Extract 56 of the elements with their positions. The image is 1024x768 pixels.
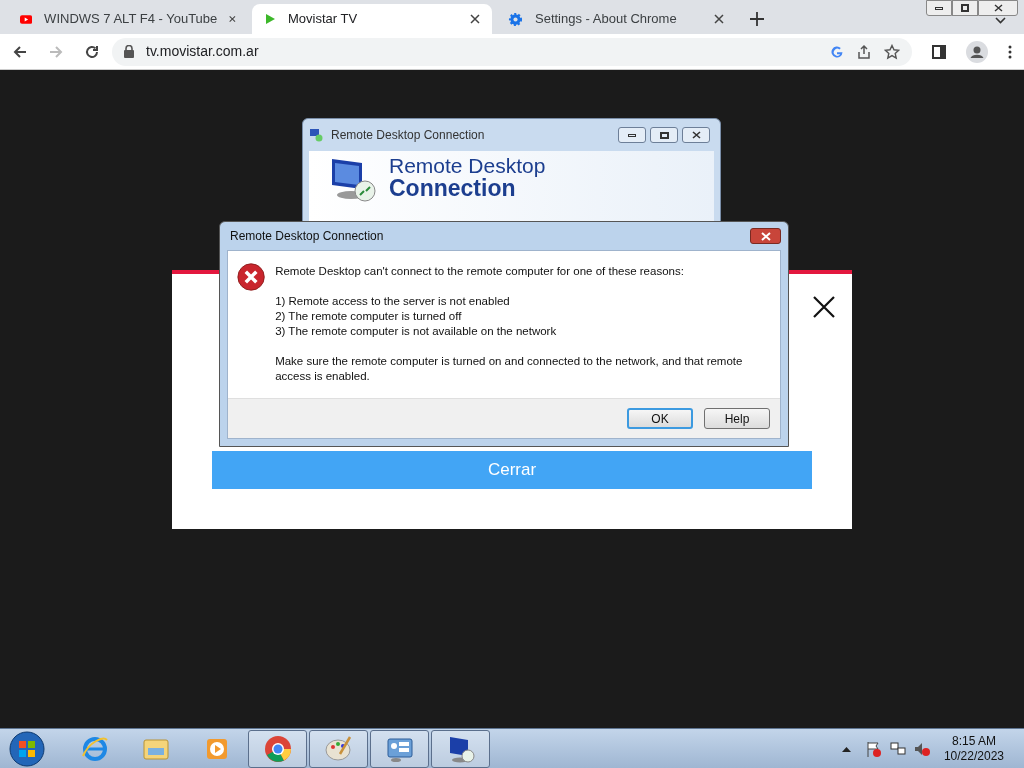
tab[interactable]: WINDWS 7 ALT F4 - YouTube (8, 4, 248, 34)
lock-icon (124, 45, 134, 58)
minimize-button[interactable] (926, 0, 952, 16)
minimize-button[interactable] (618, 127, 646, 143)
clock-date: 10/22/2023 (943, 748, 1004, 764)
clock-time: 8:15 AM (951, 733, 996, 749)
message-text: Remote Desktop can't connect to the remote computer for one of these reasons: (275, 264, 685, 279)
show-hidden-icon[interactable] (841, 745, 851, 752)
url-text: tv.movistar.com.ar (146, 42, 259, 61)
flag-icon[interactable] (865, 740, 882, 757)
close-button[interactable] (978, 0, 1018, 16)
chrome-icon (262, 733, 293, 764)
side-panel-icon[interactable] (932, 44, 946, 59)
close-button[interactable] (682, 127, 710, 143)
taskbar-button[interactable] (309, 729, 368, 768)
reason-text: 1) Remote access to the server is not enabled (275, 294, 511, 309)
advice-text: Make sure the remote computer is turned on and connected to the network, and that remote access is enabled. (275, 354, 744, 384)
ok-button[interactable]: OK (627, 408, 693, 429)
maximize-button[interactable] (650, 127, 678, 143)
reason-text: 3) The remote computer is not available on the network (275, 324, 558, 339)
heading-text: Connection (389, 177, 516, 199)
close-icon[interactable] (470, 14, 480, 24)
settings-icon (508, 11, 523, 27)
play-icon (264, 13, 276, 25)
dialog-button[interactable]: Help (704, 408, 770, 429)
tab[interactable]: Settings - About Chrome (496, 4, 736, 34)
taskbar-button[interactable] (431, 729, 490, 768)
close-button[interactable] (750, 228, 781, 244)
heading-text: Remote Desktop (389, 155, 546, 177)
tab[interactable]: Movistar TV (252, 4, 492, 34)
address-bar[interactable]: tv.movistar.com.ar (112, 37, 912, 66)
error-icon (237, 261, 266, 293)
dropdown-icon[interactable] (995, 17, 1006, 24)
start-button[interactable] (8, 729, 46, 768)
profile-icon[interactable] (966, 40, 988, 63)
back-icon[interactable] (12, 43, 28, 60)
share-icon[interactable] (856, 43, 872, 60)
menu-icon[interactable] (1008, 44, 1012, 59)
close-icon[interactable] (714, 14, 724, 24)
window-title: Remote Desktop Connection (331, 127, 485, 144)
remote-desktop-icon (309, 128, 323, 142)
video-icon (20, 12, 33, 26)
taskbar-button[interactable] (370, 729, 429, 768)
new-tab-icon[interactable] (750, 12, 764, 26)
close-icon (760, 231, 771, 241)
close-icon (691, 131, 701, 139)
close-icon (993, 4, 1003, 12)
dialog-title: Remote Desktop Connection (230, 228, 384, 245)
reload-icon[interactable] (84, 43, 100, 60)
close-icon[interactable] (813, 296, 835, 318)
reason-text: 2) The remote computer is turned off (275, 309, 463, 324)
google-icon[interactable] (830, 44, 844, 59)
star-icon[interactable] (884, 43, 900, 60)
restore-button[interactable] (952, 0, 978, 16)
network-icon[interactable] (889, 740, 906, 757)
taskbar-button[interactable] (248, 729, 307, 768)
